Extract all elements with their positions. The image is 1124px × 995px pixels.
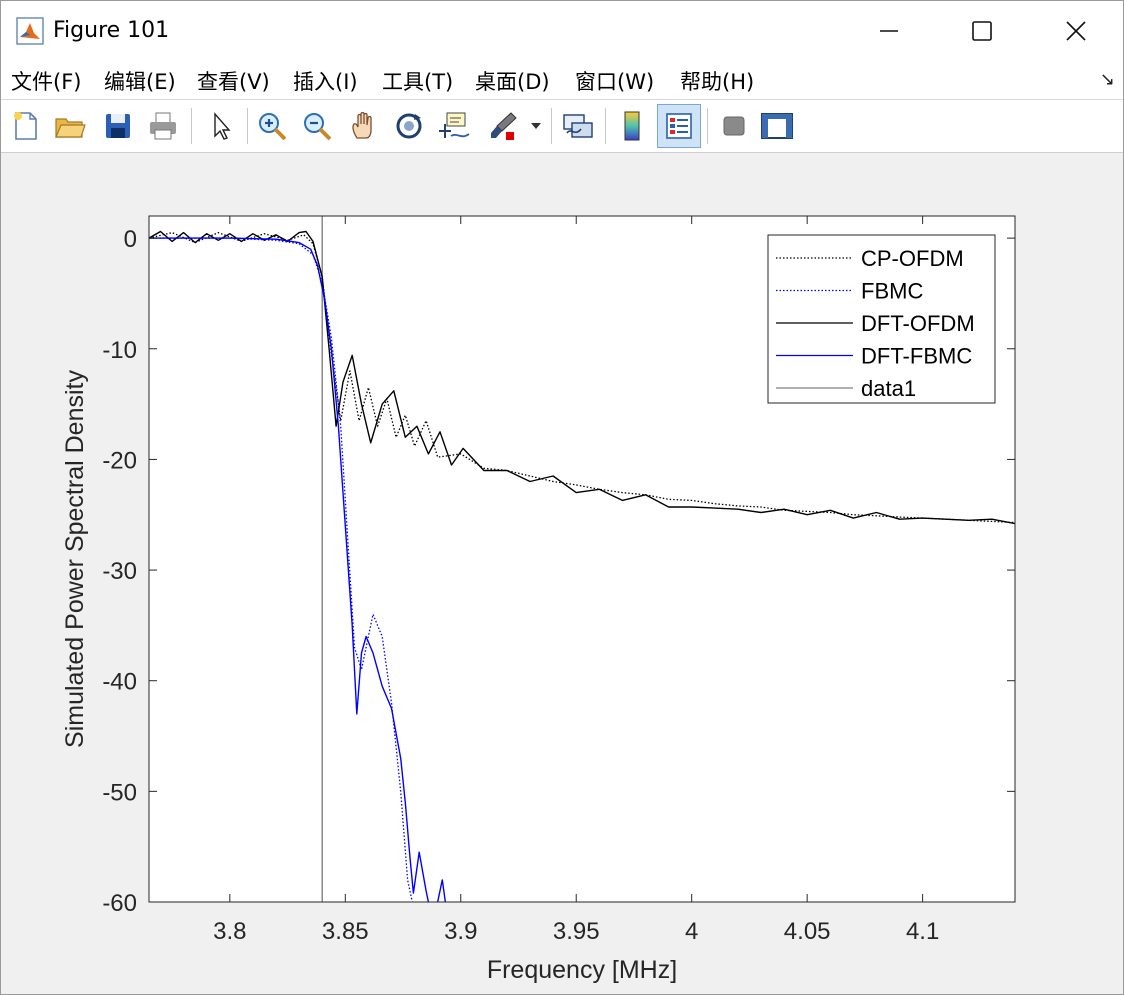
link-plot-icon[interactable]: [559, 106, 597, 146]
x-tick-label: 4: [685, 918, 698, 945]
open-file-icon[interactable]: [51, 106, 89, 146]
y-tick-label: -10: [102, 337, 137, 364]
y-tick-label: -40: [102, 669, 137, 696]
x-tick-label: 3.8: [213, 918, 246, 945]
menu-help[interactable]: 帮助(H): [680, 66, 754, 96]
maximize-button[interactable]: [936, 1, 1028, 61]
brush-dropdown-icon[interactable]: [526, 106, 546, 146]
new-figure-icon[interactable]: [7, 106, 45, 146]
y-tick-label: -60: [102, 890, 137, 917]
toolbar: [1, 100, 1123, 153]
legend-label: CP-OFDM: [861, 246, 964, 271]
menu-tools[interactable]: 工具(T): [382, 66, 453, 96]
x-axis-label: Frequency [MHz]: [487, 956, 677, 984]
x-tick-label: 3.85: [322, 918, 369, 945]
x-tick-label: 4.05: [784, 918, 831, 945]
print-icon[interactable]: [144, 106, 182, 146]
y-tick-label: -50: [102, 779, 137, 806]
menu-desktop[interactable]: 桌面(D): [475, 66, 550, 96]
x-tick-label: 3.9: [444, 918, 477, 945]
figure-area: 3.8 3.85 3.9 3.95 4 4.05 4.1 0 -10 -20 -30 -40 -50 -6…: [1, 153, 1123, 994]
legend[interactable]: CP-OFDM FBMC DFT-OFDM DFT-FBMC data1: [767, 234, 996, 404]
show-plot-tools-icon[interactable]: [758, 106, 796, 146]
maximize-icon: [972, 21, 992, 41]
menu-bar: 文件(F) 编辑(E) 查看(V) 插入(I) 工具(T) 桌面(D) 窗口(W…: [1, 61, 1123, 100]
data-cursor-icon[interactable]: [436, 106, 474, 146]
y-axis-label: Simulated Power Spectral Density: [61, 370, 89, 748]
x-tick-label: 3.95: [553, 918, 600, 945]
legend-label: DFT-OFDM: [861, 311, 975, 336]
brush-icon[interactable]: [484, 106, 522, 146]
minimize-icon: [880, 30, 898, 32]
pan-hand-icon[interactable]: [345, 106, 383, 146]
colorbar-icon[interactable]: [613, 106, 651, 146]
legend-label: DFT-FBMC: [861, 344, 972, 369]
menu-edit[interactable]: 编辑(E): [104, 66, 176, 96]
toolbar-separator: [247, 108, 248, 144]
rotate-3d-icon[interactable]: [390, 106, 428, 146]
legend-label: FBMC: [861, 279, 923, 304]
toolbar-separator: [707, 108, 708, 144]
matlab-logo-icon: [16, 17, 44, 45]
y-tick-label: 0: [124, 226, 137, 253]
legend-icon[interactable]: [657, 104, 701, 148]
y-tick-label: -20: [102, 447, 137, 474]
minimize-button[interactable]: [843, 1, 935, 61]
toolbar-separator: [551, 108, 552, 144]
dock-arrow-icon[interactable]: ↘: [1100, 69, 1115, 90]
menu-window[interactable]: 窗口(W): [575, 66, 654, 96]
window-title: Figure 101: [53, 18, 170, 43]
psd-chart[interactable]: 3.8 3.85 3.9 3.95 4 4.05 4.1 0 -10 -20 -30 -40 -50 -6…: [1, 153, 1123, 994]
menu-insert[interactable]: 插入(I): [293, 66, 358, 96]
hide-plot-tools-icon[interactable]: [715, 106, 753, 146]
title-bar[interactable]: Figure 101: [1, 1, 1123, 61]
legend-label: data1: [861, 376, 916, 401]
close-icon: [1066, 21, 1086, 41]
close-button[interactable]: [1030, 1, 1122, 61]
x-tick-label: 4.1: [906, 918, 939, 945]
pointer-icon[interactable]: [201, 106, 239, 146]
figure-window: Figure 101 文件(F) 编辑(E) 查看(V) 插入(I) 工具(T)…: [0, 0, 1124, 995]
toolbar-separator: [605, 108, 606, 144]
y-tick-label: -30: [102, 558, 137, 585]
save-icon[interactable]: [99, 106, 137, 146]
menu-view[interactable]: 查看(V): [197, 66, 270, 96]
toolbar-separator: [191, 108, 192, 144]
zoom-in-icon[interactable]: [253, 106, 291, 146]
menu-file[interactable]: 文件(F): [11, 66, 81, 96]
zoom-out-icon[interactable]: [298, 106, 336, 146]
